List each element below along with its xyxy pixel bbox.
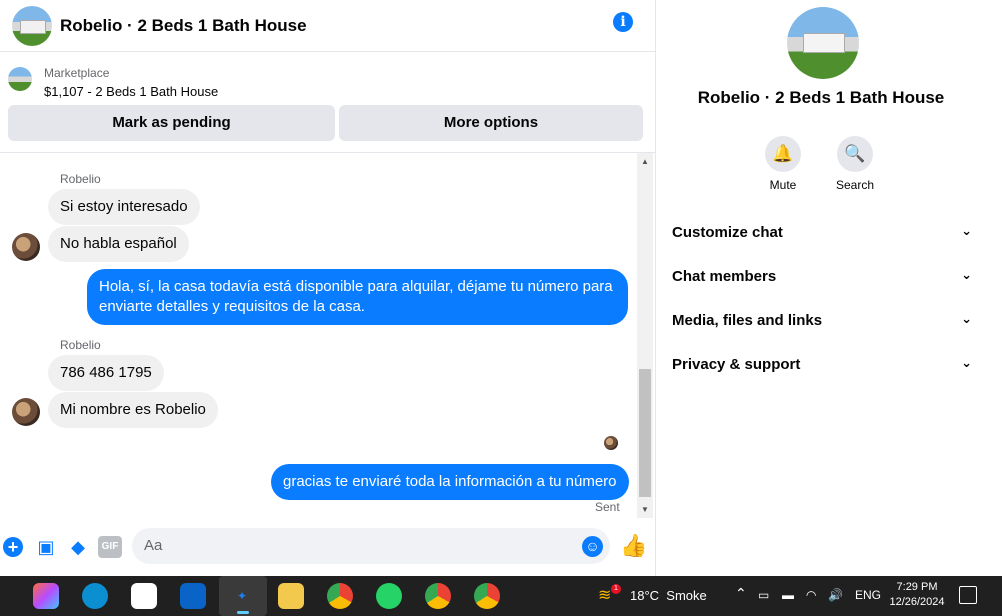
- chevron-down-icon: ⌄: [961, 355, 972, 370]
- chrome-profile-icon[interactable]: [474, 583, 500, 609]
- notification-center-icon[interactable]: [959, 586, 977, 604]
- gif-icon[interactable]: GIF: [98, 536, 122, 558]
- sender-name: Robelio: [60, 338, 101, 352]
- chrome-profile-icon[interactable]: [425, 583, 451, 609]
- message-input[interactable]: Aa: [132, 528, 610, 564]
- incoming-message[interactable]: Mi nombre es Robelio: [48, 392, 218, 428]
- weather-widget[interactable]: 18°C Smoke: [630, 588, 707, 603]
- message-composer: + ▣ ◆ GIF Aa ☺ 👍: [0, 520, 655, 576]
- search-label: Search: [835, 178, 875, 192]
- language-indicator[interactable]: ENG: [855, 588, 881, 602]
- listing-thumbnail[interactable]: [8, 67, 32, 91]
- outgoing-message[interactable]: Hola, sí, la casa todavía está disponibl…: [87, 269, 628, 325]
- incoming-message[interactable]: No habla español: [48, 226, 189, 262]
- search-button[interactable]: 🔍 Search: [825, 136, 885, 192]
- message-list[interactable]: Robelio Si estoy interesado No habla esp…: [0, 153, 637, 520]
- panel-title: Robelio · 2 Beds 1 Bath House: [697, 88, 945, 107]
- mark-as-pending-button[interactable]: Mark as pending: [8, 105, 335, 141]
- privacy-support-section[interactable]: Privacy & support ⌄: [672, 355, 972, 376]
- info-icon[interactable]: i: [613, 12, 633, 32]
- search-icon[interactable]: 🔍: [837, 136, 873, 172]
- volume-icon[interactable]: 🔊: [828, 588, 843, 602]
- conversation-title[interactable]: Robelio · 2 Beds 1 Bath House: [60, 16, 307, 36]
- section-label: Customize chat: [672, 224, 783, 241]
- photo-icon[interactable]: ▣: [35, 536, 57, 558]
- mute-button[interactable]: 🔔 Mute: [753, 136, 813, 192]
- seen-avatar: [604, 436, 618, 450]
- message-scrollbar[interactable]: ▲ ▼: [637, 153, 653, 518]
- scroll-down-arrow-icon[interactable]: ▼: [641, 505, 649, 514]
- conversation-avatar[interactable]: [12, 5, 52, 46]
- battery-icon[interactable]: ▬: [782, 588, 794, 602]
- plus-icon[interactable]: +: [3, 537, 23, 557]
- emoji-icon[interactable]: ☺: [582, 536, 603, 557]
- whatsapp-icon[interactable]: [376, 583, 402, 609]
- notification-badge: 1: [611, 584, 621, 594]
- chat-members-section[interactable]: Chat members ⌄: [672, 267, 972, 288]
- chevron-down-icon: ⌄: [961, 223, 972, 238]
- panel-avatar[interactable]: [787, 7, 859, 79]
- section-label: Chat members: [672, 268, 777, 285]
- media-files-links-section[interactable]: Media, files and links ⌄: [672, 311, 972, 332]
- sender-name: Robelio: [60, 172, 101, 186]
- section-label: Privacy & support: [672, 356, 801, 373]
- bell-icon[interactable]: 🔔: [765, 136, 801, 172]
- incoming-message[interactable]: Si estoy interesado: [48, 189, 200, 225]
- outlook-icon[interactable]: [180, 583, 206, 609]
- conversation-details-panel: Robelio · 2 Beds 1 Bath House 🔔 Mute 🔍 S…: [656, 0, 1002, 576]
- copilot-icon[interactable]: [33, 583, 59, 609]
- outgoing-message[interactable]: gracias te enviaré toda la información a…: [271, 464, 629, 500]
- sticker-icon[interactable]: ◆: [67, 536, 89, 558]
- clock-time: 7:29 PM: [896, 581, 938, 593]
- message-status: Sent: [595, 500, 620, 514]
- wifi-icon[interactable]: ◠: [806, 588, 816, 602]
- scroll-up-arrow-icon[interactable]: ▲: [641, 157, 649, 166]
- thumbs-up-icon[interactable]: 👍: [620, 533, 647, 559]
- pinned-app-icon[interactable]: ✦: [229, 583, 255, 609]
- chevron-down-icon: ⌄: [961, 311, 972, 326]
- more-options-button[interactable]: More options: [339, 105, 643, 141]
- store-icon[interactable]: [131, 583, 157, 609]
- incoming-message[interactable]: 786 486 1795: [48, 355, 164, 391]
- customize-chat-section[interactable]: Customize chat ⌄: [672, 223, 972, 244]
- chat-header: Robelio · 2 Beds 1 Bath House i: [0, 0, 655, 52]
- windows-taskbar: ✦ ≋ 1 18°C Smoke ⌃ ▭ ▬ ◠ 🔊 ENG 7:29 PM 1…: [0, 576, 1002, 616]
- messenger-window: Robelio · 2 Beds 1 Bath House i Marketpl…: [0, 0, 1002, 576]
- temperature: 18°C: [630, 588, 660, 603]
- scroll-thumb[interactable]: [639, 369, 651, 497]
- chevron-down-icon: ⌄: [961, 267, 972, 282]
- chat-column: Robelio · 2 Beds 1 Bath House i Marketpl…: [0, 0, 655, 576]
- sender-avatar[interactable]: [12, 233, 40, 261]
- section-label: Media, files and links: [672, 312, 823, 329]
- marketplace-label: Marketplace: [44, 66, 110, 80]
- sender-avatar[interactable]: [12, 398, 40, 426]
- weather-condition: Smoke: [666, 588, 707, 603]
- chrome-icon[interactable]: [327, 583, 353, 609]
- mute-label: Mute: [769, 178, 797, 192]
- meet-icon[interactable]: ▭: [758, 588, 769, 602]
- listing-title[interactable]: $1,107 - 2 Beds 1 Bath House: [44, 84, 218, 99]
- file-explorer-icon[interactable]: [278, 583, 304, 609]
- clock-date: 12/26/2024: [889, 596, 945, 608]
- edge-icon[interactable]: [82, 583, 108, 609]
- chevron-up-icon[interactable]: ⌃: [735, 585, 747, 602]
- system-clock[interactable]: 7:29 PM 12/26/2024: [880, 580, 954, 610]
- marketplace-banner: Marketplace $1,107 - 2 Beds 1 Bath House…: [0, 55, 655, 153]
